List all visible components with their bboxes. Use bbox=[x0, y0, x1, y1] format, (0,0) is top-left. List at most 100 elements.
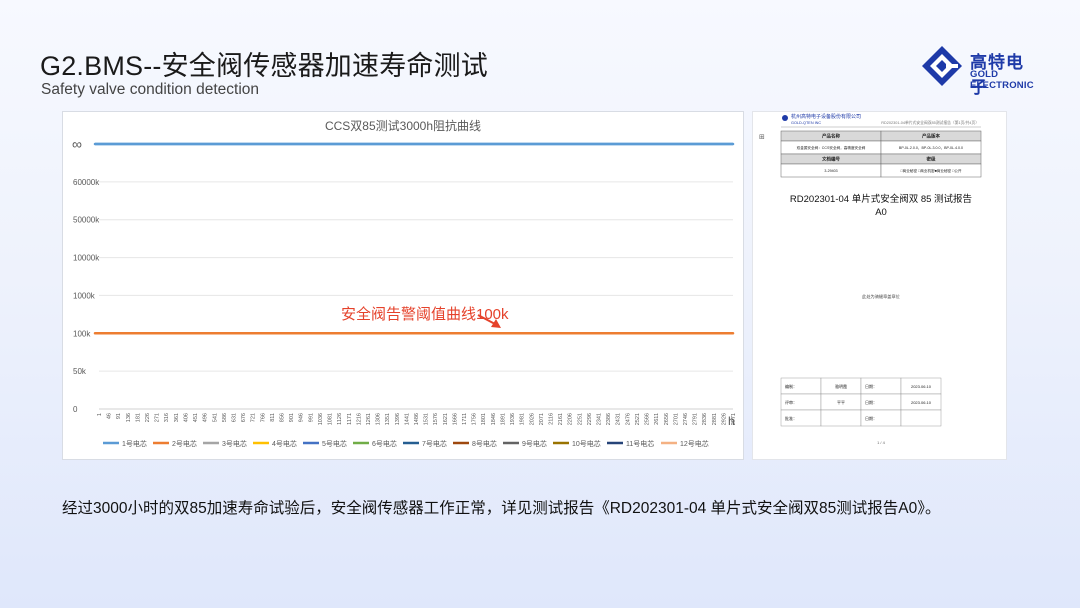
report-sig-cell bbox=[900, 409, 942, 427]
x-tick-label: 1216 bbox=[356, 413, 362, 425]
chart-svg: CCS双85测试3000h阻抗曲线 0 50k 100k 1000k 10000k 5000… bbox=[72, 118, 737, 448]
x-tick-label: 2476 bbox=[625, 413, 631, 425]
x-tick-label: 1621 bbox=[443, 413, 449, 425]
x-tick-label: 1441 bbox=[404, 413, 410, 425]
report-sig-text: 评审： bbox=[785, 399, 797, 405]
report-table-value: 双金属安全阀：CCS安全阀，高精度安全阀 bbox=[797, 145, 866, 150]
y-tick-label: 1000k bbox=[73, 291, 96, 300]
x-tick-label: 2116 bbox=[548, 413, 554, 425]
x-tick-label: 2656 bbox=[664, 413, 670, 425]
legend-label: 5号电芯 bbox=[322, 439, 347, 448]
x-tick-label: 1036 bbox=[318, 413, 324, 425]
report-title: RD202301-04 单片式安全阀双 85 测试报告 bbox=[790, 193, 972, 205]
x-tick-label: 361 bbox=[174, 413, 180, 422]
report-seal-note: 此处为骑缝章盖章位 bbox=[862, 293, 900, 300]
x-tick-label: 2071 bbox=[539, 413, 545, 425]
x-tick-label: 2341 bbox=[597, 413, 603, 425]
x-tick-label: 2251 bbox=[577, 413, 583, 425]
y-tick-label: 10000k bbox=[73, 254, 100, 263]
x-tick-label: 2161 bbox=[558, 413, 564, 425]
x-tick-label: 2926 bbox=[721, 413, 727, 425]
x-tick-label: 2431 bbox=[616, 413, 622, 425]
legend-label: 6号电芯 bbox=[372, 439, 397, 448]
x-tick-label: 1 bbox=[97, 413, 103, 416]
x-tick-label: 2206 bbox=[568, 413, 574, 425]
slide-subtitle: Safety valve condition detection bbox=[41, 81, 259, 98]
report-table-header: 产品名称 bbox=[822, 133, 840, 140]
y-tick-label: 60000k bbox=[73, 178, 100, 187]
legend-label: 9号电芯 bbox=[522, 439, 547, 448]
report-version: A0 bbox=[875, 207, 887, 218]
x-tick-label: 1801 bbox=[481, 413, 487, 425]
x-tick-label: 1576 bbox=[433, 413, 439, 425]
x-tick-label: 316 bbox=[164, 413, 170, 422]
report-table-value: □商业秘密 □商业机密■商业秘密 □公开 bbox=[901, 168, 962, 173]
x-tick-label: 406 bbox=[183, 413, 189, 422]
x-tick-label: 1711 bbox=[462, 413, 468, 425]
report-sig-cell bbox=[820, 409, 862, 427]
x-tick-label: 2746 bbox=[683, 413, 689, 425]
gold-logo-icon bbox=[922, 46, 962, 86]
impedance-chart: CCS双85测试3000h阻抗曲线 0 50k 100k 1000k 10000k 5000… bbox=[62, 111, 744, 460]
x-tick-label: 2701 bbox=[673, 413, 679, 425]
report-table-value: BP-0L.2.0.0，BP-0L.3.0.0，BP-0L.4.0.0 bbox=[899, 146, 963, 150]
report-table-value: 3-29403 bbox=[824, 169, 837, 173]
report-sig-text: 日期： bbox=[865, 383, 877, 389]
x-tick-label: 991 bbox=[308, 413, 314, 422]
x-tick-label: 721 bbox=[251, 413, 257, 422]
legend-label: 7号电芯 bbox=[422, 439, 447, 448]
x-tick-label: 541 bbox=[212, 413, 218, 422]
legend-label: 11号电芯 bbox=[626, 439, 654, 448]
report-company-en: GOLD-QTEN INC bbox=[791, 121, 821, 125]
legend-label: 2号电芯 bbox=[172, 439, 197, 448]
x-tick-label: 496 bbox=[203, 413, 209, 422]
report-page-number: 1 / 4 bbox=[877, 440, 886, 445]
x-tick-label: 2026 bbox=[529, 413, 535, 425]
threshold-annotation: 安全阀告警阈值曲线100k bbox=[341, 305, 509, 323]
x-tick-label: 226 bbox=[145, 413, 151, 422]
x-tick-label: 2881 bbox=[712, 413, 718, 425]
y-tick-label: 0 bbox=[73, 405, 78, 414]
x-tick-label: 136 bbox=[126, 413, 132, 422]
report-sig-text: 日期： bbox=[865, 399, 877, 405]
x-tick-label: 2521 bbox=[635, 413, 641, 425]
legend-label: 4号电芯 bbox=[272, 439, 297, 448]
report-sig-text: 日期： bbox=[865, 415, 877, 421]
company-logo: 高特电子 GOLD ELECTRONIC bbox=[921, 45, 1041, 98]
x-axis-label: h bbox=[728, 414, 735, 428]
x-tick-label: 271 bbox=[155, 413, 161, 422]
report-sig-text: 2023.06.10 bbox=[911, 400, 932, 405]
x-tick-label: 766 bbox=[260, 413, 266, 422]
x-tick-label: 2386 bbox=[606, 413, 612, 425]
x-tick-label: 451 bbox=[193, 413, 199, 422]
x-tick-label: 1351 bbox=[385, 413, 391, 425]
x-tick-label: 631 bbox=[231, 413, 237, 422]
x-tick-label: 1261 bbox=[366, 413, 372, 425]
report-header-right: RD202301-04单片式安全阀双85测试报告（第1页/共4页） bbox=[881, 120, 979, 125]
x-tick-label: 1891 bbox=[500, 413, 506, 425]
test-report-preview: 杭州高特电子设备股份有限公司 GOLD-QTEN INC RD202301-04单片… bbox=[752, 111, 1007, 460]
report-sig-text: 平平 bbox=[837, 400, 845, 405]
legend-label: 10号电芯 bbox=[572, 439, 601, 448]
x-tick-label: 811 bbox=[270, 413, 276, 422]
report-svg: 杭州高特电子设备股份有限公司GOLD-QTEN INC RD202301-04单片… bbox=[759, 113, 982, 445]
x-tick-label: 1306 bbox=[376, 413, 382, 425]
y-tick-label: ∞ bbox=[72, 136, 82, 152]
x-tick-label: 1981 bbox=[520, 413, 526, 425]
x-tick-label: 2296 bbox=[587, 413, 593, 425]
conclusion-text: 经过3000小时的双85加速寿命试验后，安全阀传感器工作正常，详见测试报告《RD… bbox=[62, 500, 941, 517]
report-table-header: 文档编号 bbox=[822, 156, 840, 163]
x-tick-label: 46 bbox=[107, 413, 113, 419]
x-tick-label: 1666 bbox=[452, 413, 458, 425]
report-table-header: 密级 bbox=[927, 156, 936, 163]
report-sig-text: 2023.06.10 bbox=[911, 384, 932, 389]
x-tick-label: 91 bbox=[116, 413, 122, 419]
y-tick-label: 50000k bbox=[73, 216, 100, 225]
report-side-icon: ⊞ bbox=[759, 134, 765, 141]
report-company: 杭州高特电子设备股份有限公司 bbox=[791, 113, 861, 120]
chart-title: CCS双85测试3000h阻抗曲线 bbox=[325, 118, 481, 133]
x-tick-label: 1126 bbox=[337, 413, 343, 425]
x-tick-label: 1846 bbox=[491, 413, 497, 425]
x-tick-label: 676 bbox=[241, 413, 247, 422]
x-tick-label: 181 bbox=[135, 413, 141, 422]
